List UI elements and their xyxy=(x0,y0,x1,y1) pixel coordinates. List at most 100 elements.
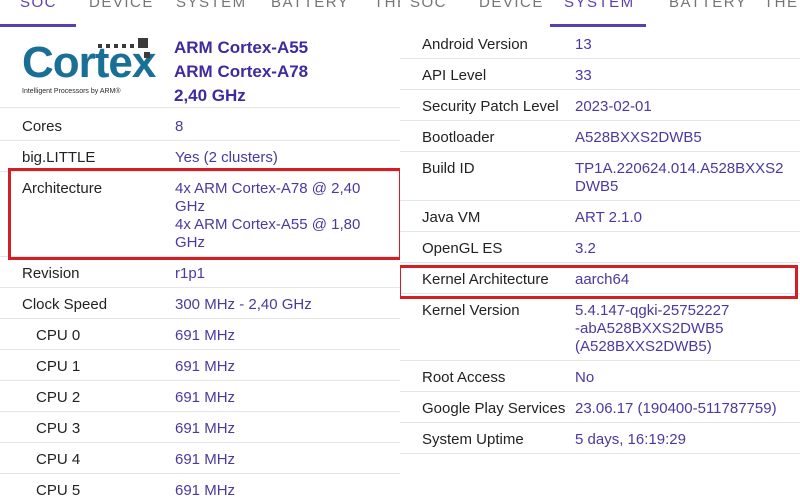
info-row-build-id[interactable]: Build ID TP1A.220624.014.A528BXXS2 DWB5 xyxy=(400,152,800,201)
row-value-line: 2023-02-01 xyxy=(575,98,652,115)
info-row-cpu-1[interactable]: CPU 1 691 MHz xyxy=(0,350,400,381)
info-row-java-vm[interactable]: Java VM ART 2.1.0 xyxy=(400,201,800,232)
row-value-line: ART 2.1.0 xyxy=(575,209,642,226)
row-label: Revision xyxy=(22,265,80,282)
row-value-line: 5 days, 16:19:29 xyxy=(575,431,686,448)
row-value-line: 691 MHz xyxy=(175,358,236,375)
row-label: CPU 2 xyxy=(36,389,81,406)
row-value-line: No xyxy=(575,369,595,386)
row-label: Root Access xyxy=(422,369,506,386)
row-label: Android Version xyxy=(422,36,528,53)
info-row-cores[interactable]: Cores 8 xyxy=(0,110,400,141)
row-value-line: -abA528BXXS2DWB5 xyxy=(575,320,724,337)
tab-system[interactable]: SYSTEM xyxy=(176,0,247,11)
soc-line-3: 2,40 GHz xyxy=(174,86,246,105)
row-label: System Uptime xyxy=(422,431,524,448)
row-value: TP1A.220624.014.A528BXXS2 DWB5 xyxy=(575,160,784,196)
row-value: 5.4.147-qgki-25752227 -abA528BXXS2DWB5 (A5… xyxy=(575,302,729,356)
row-value: ART 2.1.0 xyxy=(575,209,642,227)
info-row-android-version[interactable]: Android Version 13 xyxy=(400,28,800,59)
tab-soc[interactable]: SOC xyxy=(20,0,57,11)
row-value-line: A528BXXS2DWB5 xyxy=(575,129,702,146)
row-value-line: TP1A.220624.014.A528BXXS2 xyxy=(575,160,784,177)
tab-battery[interactable]: BATTERY xyxy=(271,0,349,11)
row-label: Clock Speed xyxy=(22,296,108,313)
tab-device[interactable]: DEVICE xyxy=(479,0,544,11)
row-value: 3.2 xyxy=(575,240,596,258)
tab-bar: SOC DEVICE SYSTEM BATTERY THE xyxy=(0,0,400,28)
row-value-line: r1p1 xyxy=(175,265,206,282)
row-value-line: 691 MHz xyxy=(175,482,236,499)
info-row-cpu-5[interactable]: CPU 5 691 MHz xyxy=(0,474,400,500)
highlight-box-architecture xyxy=(8,168,400,260)
row-value: 691 MHz xyxy=(175,482,235,500)
cortex-logo-dots-icon xyxy=(98,38,150,58)
row-value: 23.06.17 (190400-511787759) xyxy=(575,400,777,418)
row-value: 300 MHz - 2,40 GHz xyxy=(175,296,312,314)
info-row-kernel-version[interactable]: Kernel Version 5.4.147-qgki-25752227 -abA5… xyxy=(400,294,800,361)
row-value: 8 xyxy=(175,118,183,136)
tab-soc[interactable]: SOC xyxy=(410,0,447,11)
row-value-line: 300 MHz - 2,40 GHz xyxy=(175,296,312,313)
soc-line-1: ARM Cortex-A55 xyxy=(174,38,309,57)
row-label: Cores xyxy=(22,118,63,135)
row-value-line: 691 MHz xyxy=(175,420,236,437)
info-row-cpu-3[interactable]: CPU 3 691 MHz xyxy=(0,412,400,443)
info-row-clock-speed[interactable]: Clock Speed 300 MHz - 2,40 GHz xyxy=(0,288,400,319)
row-value-line: DWB5 xyxy=(575,178,619,195)
tab-device[interactable]: DEVICE xyxy=(89,0,154,11)
row-value-line: 13 xyxy=(575,36,592,53)
row-value-line: 5.4.147-qgki-25752227 xyxy=(575,302,730,319)
active-tab-indicator xyxy=(550,24,646,27)
row-value: 691 MHz xyxy=(175,420,235,438)
info-row-cpu-4[interactable]: CPU 4 691 MHz xyxy=(0,443,400,474)
row-value: 13 xyxy=(575,36,592,54)
row-value-line: 691 MHz xyxy=(175,389,236,406)
row-value: No xyxy=(575,369,594,387)
system-panel: SOC DEVICE SYSTEM BATTERY THE Android Ve… xyxy=(400,0,800,500)
row-value-line: 691 MHz xyxy=(175,327,236,344)
info-row-opengl-es[interactable]: OpenGL ES 3.2 xyxy=(400,232,800,263)
row-value-line: 23.06.17 (190400-511787759) xyxy=(575,400,777,417)
row-value-line: 8 xyxy=(175,118,184,135)
row-value-line: 691 MHz xyxy=(175,451,236,468)
soc-name: ARM Cortex-A55 ARM Cortex-A78 2,40 GHz xyxy=(174,36,308,108)
info-row-cpu-2[interactable]: CPU 2 691 MHz xyxy=(0,381,400,412)
tab-bar: SOC DEVICE SYSTEM BATTERY THE xyxy=(400,0,800,28)
tab-battery[interactable]: BATTERY xyxy=(669,0,747,11)
row-value: 33 xyxy=(575,67,592,85)
row-value: 691 MHz xyxy=(175,327,235,345)
soc-line-2: ARM Cortex-A78 xyxy=(174,62,309,81)
row-label: CPU 0 xyxy=(36,327,81,344)
info-row-system-uptime[interactable]: System Uptime 5 days, 16:19:29 xyxy=(400,423,800,454)
row-label: CPU 3 xyxy=(36,420,81,437)
info-row-security-patch-level[interactable]: Security Patch Level 2023-02-01 xyxy=(400,90,800,121)
row-value: 691 MHz xyxy=(175,358,235,376)
row-value: 5 days, 16:19:29 xyxy=(575,431,686,449)
row-value: r1p1 xyxy=(175,265,205,283)
soc-header: Cortex Intelligent Processors by ARM® AR… xyxy=(0,28,400,108)
row-value-line: 3.2 xyxy=(575,240,596,257)
tab-system[interactable]: SYSTEM xyxy=(564,0,635,11)
row-label: CPU 5 xyxy=(36,482,81,499)
cortex-tagline: Intelligent Processors by ARM® xyxy=(22,88,121,95)
tab-thermal[interactable]: THE xyxy=(374,0,400,11)
tab-thermal[interactable]: THE xyxy=(764,0,799,11)
row-label: OpenGL ES xyxy=(422,240,503,257)
info-row-root-access[interactable]: Root Access No xyxy=(400,361,800,392)
row-value: Yes (2 clusters) xyxy=(175,149,278,167)
info-row-api-level[interactable]: API Level 33 xyxy=(400,59,800,90)
row-label: CPU 1 xyxy=(36,358,81,375)
info-row-google-play-services[interactable]: Google Play Services 23.06.17 (190400-511… xyxy=(400,392,800,423)
info-row-bootloader[interactable]: Bootloader A528BXXS2DWB5 xyxy=(400,121,800,152)
row-value: 691 MHz xyxy=(175,389,235,407)
info-row-cpu-0[interactable]: CPU 0 691 MHz xyxy=(0,319,400,350)
active-tab-indicator xyxy=(0,24,76,27)
row-label: big.LITTLE xyxy=(22,149,96,166)
row-value-line: (A528BXXS2DWB5) xyxy=(575,338,712,355)
row-label: Build ID xyxy=(422,160,475,177)
info-row-revision[interactable]: Revision r1p1 xyxy=(0,257,400,288)
row-label: Kernel Version xyxy=(422,302,520,319)
highlight-box-kernel-architecture xyxy=(400,265,798,299)
row-label: Bootloader xyxy=(422,129,495,146)
